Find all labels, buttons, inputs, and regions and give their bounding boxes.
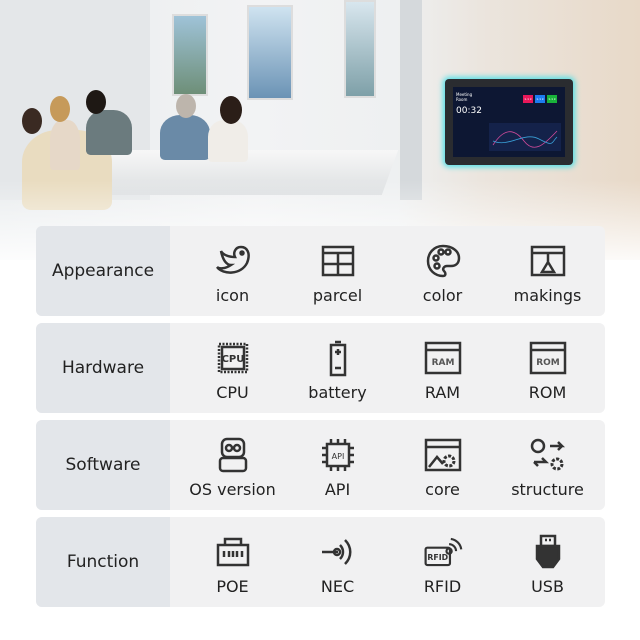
ethernet-port-icon [213, 533, 253, 571]
tablet-screen: Meeting Room 00:32 1.1 k 1.1 k 1.1 k [453, 87, 565, 157]
battery-icon [318, 339, 358, 377]
meeting-room-photo: Meeting Room 00:32 1.1 k 1.1 k 1.1 k [0, 0, 640, 260]
rfid-icon: RFID [423, 533, 463, 571]
category-label: Function [36, 517, 170, 607]
feature-item: RAM RAM [390, 323, 495, 413]
svg-text:CPU: CPU [221, 354, 244, 365]
feature-item: parcel [285, 226, 390, 316]
svg-text:API: API [331, 452, 344, 461]
structure-icon [528, 436, 568, 474]
bird-icon [213, 242, 253, 280]
feature-label: core [425, 480, 460, 499]
feature-item: structure [495, 420, 600, 510]
feature-label: parcel [312, 286, 363, 305]
screen-time: 00:32 [456, 106, 482, 116]
room-name: Meeting Room [456, 92, 473, 102]
rom-icon: ROM [528, 339, 568, 377]
kpi-box: 1.1 k [535, 95, 545, 103]
feature-label: structure [511, 480, 584, 499]
feature-item: USB [495, 517, 600, 607]
palette-icon [423, 242, 463, 280]
feature-item: API API [285, 420, 390, 510]
feature-label: NEC [320, 577, 355, 596]
robot-icon [213, 436, 253, 474]
feature-label: RFID [423, 577, 462, 596]
feature-table: Appearance icon parcel color makings Hardware… [36, 226, 605, 614]
feature-label: POE [216, 577, 249, 596]
feature-label: ROM [528, 383, 567, 402]
feature-item: CPU CPU [180, 323, 285, 413]
feature-label: makings [513, 286, 582, 305]
kpi-box: 1.1 k [523, 95, 533, 103]
feature-label: battery [308, 383, 367, 402]
kpi-box: 1.1 k [547, 95, 557, 103]
feature-row: Software OS version API API core structure [36, 420, 605, 510]
feature-label: CPU [216, 383, 249, 402]
feature-label: USB [531, 577, 564, 596]
feature-item: POE [180, 517, 285, 607]
ram-icon: RAM [423, 339, 463, 377]
api-chip-icon: API [318, 436, 358, 474]
feature-item: core [390, 420, 495, 510]
feature-label: icon [215, 286, 250, 305]
category-label: Appearance [36, 226, 170, 316]
feature-row: Function POE NEC RFID RFID USB [36, 517, 605, 607]
svg-text:RAM: RAM [431, 358, 454, 368]
feature-item: NEC [285, 517, 390, 607]
usb-icon [528, 533, 568, 571]
feature-item: RFID RFID [390, 517, 495, 607]
gear-window-icon [423, 436, 463, 474]
feature-label: RAM [424, 383, 461, 402]
feature-item: battery [285, 323, 390, 413]
feature-item: OS version [180, 420, 285, 510]
category-label: Hardware [36, 323, 170, 413]
feature-item: color [390, 226, 495, 316]
feature-item: icon [180, 226, 285, 316]
wall-mounted-tablet: Meeting Room 00:32 1.1 k 1.1 k 1.1 k [445, 79, 573, 165]
feature-row: Hardware CPU CPU battery RAM RAM ROM ROM [36, 323, 605, 413]
grid-icon [318, 242, 358, 280]
window-icon [528, 242, 568, 280]
feature-item: makings [495, 226, 600, 316]
feature-item: ROM ROM [495, 323, 600, 413]
nfc-icon [318, 533, 358, 571]
screen-chart [489, 123, 561, 151]
category-label: Software [36, 420, 170, 510]
feature-label: color [422, 286, 463, 305]
cpu-icon: CPU [213, 339, 253, 377]
svg-text:RFID: RFID [427, 553, 448, 562]
feature-label: API [324, 480, 351, 499]
svg-text:ROM: ROM [536, 358, 560, 368]
feature-label: OS version [189, 480, 276, 499]
feature-row: Appearance icon parcel color makings [36, 226, 605, 316]
